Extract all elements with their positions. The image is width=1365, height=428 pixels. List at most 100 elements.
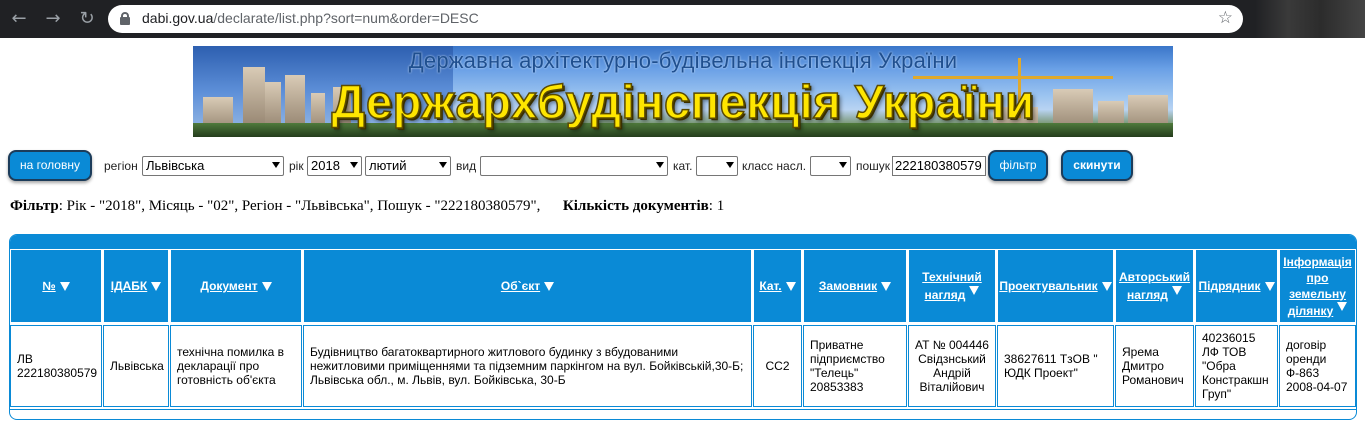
document-line: декларації про xyxy=(177,359,260,373)
sort-down-icon[interactable] xyxy=(1264,281,1275,291)
tech-line: Андрій xyxy=(933,366,971,380)
table-row-author-supervision: Ярема Дмитро Романович xyxy=(1115,325,1194,407)
author-line: Ярема xyxy=(1122,345,1159,359)
designer-line: 38627611 ТзОВ " xyxy=(1004,352,1098,366)
table-row-tech-supervision: АТ № 004446 Свідзнський Андрій Віталійович xyxy=(908,325,996,407)
toolbar-extensions xyxy=(1255,0,1365,38)
sort-link-cat[interactable]: Кат. xyxy=(759,277,781,295)
contractor-line: Констракшн xyxy=(1202,373,1269,387)
sort-down-icon[interactable] xyxy=(59,281,70,291)
table-row-customer: Приватне підприємство "Телець" 20853383 xyxy=(803,325,907,407)
sort-down-icon[interactable] xyxy=(1337,301,1348,311)
chevron-down-icon xyxy=(726,162,734,168)
sort-link-designer[interactable]: Проектувальник xyxy=(999,277,1097,295)
object-line: Будівництво багатоквартирного житлового … xyxy=(310,345,679,359)
table-row-object: Будівництво багатоквартирного житлового … xyxy=(303,325,752,407)
land-line: 2008-04-07 xyxy=(1286,380,1348,394)
document-line: технічна помилка в xyxy=(177,345,284,359)
sort-link-land-3[interactable]: земельну xyxy=(1289,287,1346,301)
customer-line: підприємство xyxy=(810,352,885,366)
class-select[interactable] xyxy=(810,156,851,176)
sort-down-icon[interactable] xyxy=(1171,286,1182,295)
sort-link-land-4[interactable]: ділянку xyxy=(1288,304,1334,318)
column-header-tech-supervision[interactable]: Технічний нагляд xyxy=(908,249,996,323)
table-row-designer: 38627611 ТзОВ " ЮДК Проект" xyxy=(997,325,1114,407)
region-select[interactable]: Львівська xyxy=(142,156,284,176)
column-header-customer[interactable]: Замовник xyxy=(803,249,907,323)
land-line: Ф-863 xyxy=(1286,366,1320,380)
document-line: готовність об'єкта xyxy=(177,373,276,387)
column-header-author-supervision[interactable]: Авторський нагляд xyxy=(1115,249,1194,323)
sort-link-author[interactable]: Авторський xyxy=(1119,270,1190,284)
column-header-object[interactable]: Об`єкт xyxy=(303,249,752,323)
sort-link-contractor[interactable]: Підрядник xyxy=(1199,277,1261,295)
cat-select[interactable] xyxy=(696,156,738,176)
chevron-down-icon xyxy=(272,162,280,168)
sort-down-icon[interactable] xyxy=(969,286,980,295)
author-line: Романович xyxy=(1122,373,1184,387)
kind-select[interactable] xyxy=(480,156,668,176)
month-select[interactable]: лютий xyxy=(365,156,451,176)
region-label: регіон xyxy=(104,159,138,173)
sort-link-num[interactable]: № xyxy=(42,277,55,295)
url-host: dabi.gov.ua xyxy=(142,10,214,26)
month-value: лютий xyxy=(369,158,407,173)
region-value: Львівська xyxy=(146,158,205,173)
customer-line: 20853383 xyxy=(810,380,864,394)
column-header-num[interactable]: № xyxy=(10,249,102,323)
sort-link-author-2[interactable]: нагляд xyxy=(1127,288,1168,302)
sort-link-customer[interactable]: Замовник xyxy=(819,277,877,295)
home-button[interactable]: на головну xyxy=(8,150,92,181)
customer-line: "Телець" xyxy=(810,366,859,380)
row-num-prefix: ЛВ xyxy=(17,352,33,366)
table-row-land-info: договір оренди Ф-863 2008-04-07 xyxy=(1279,325,1356,407)
land-line: договір xyxy=(1286,338,1327,352)
star-icon[interactable]: ☆ xyxy=(1218,8,1233,28)
sort-link-land[interactable]: Інформація xyxy=(1283,255,1352,269)
sort-link-object[interactable]: Об`єкт xyxy=(501,277,540,295)
site-banner[interactable]: Державна архітектурно-будівельна інспекц… xyxy=(193,46,1173,137)
customer-line: Приватне xyxy=(810,338,864,352)
sort-down-icon[interactable] xyxy=(1101,281,1112,291)
url-text[interactable]: dabi.gov.ua/declarate/list.php?sort=num&… xyxy=(142,10,479,26)
search-input[interactable]: 222180380579 xyxy=(892,156,986,176)
chevron-down-icon xyxy=(656,162,664,168)
column-header-idabk[interactable]: ІДАБК xyxy=(103,249,169,323)
column-header-document[interactable]: Документ xyxy=(170,249,302,323)
cat-label: кат. xyxy=(673,159,693,173)
table-row-cat: СС2 xyxy=(753,325,802,407)
column-header-designer[interactable]: Проектувальник xyxy=(997,249,1114,323)
address-bar[interactable]: dabi.gov.ua/declarate/list.php?sort=num&… xyxy=(108,5,1243,33)
sort-link-tech[interactable]: Технічний xyxy=(922,270,981,284)
sort-link-idabk[interactable]: ІДАБК xyxy=(111,277,148,295)
land-line: оренди xyxy=(1286,352,1327,366)
lock-icon[interactable] xyxy=(120,12,130,25)
designer-line: ЮДК Проект" xyxy=(1004,366,1078,380)
search-label: пошук xyxy=(856,159,891,173)
sort-link-tech-2[interactable]: нагляд xyxy=(925,288,966,302)
banner-subtitle: Державна архітектурно-будівельна інспекц… xyxy=(408,48,958,73)
filter-summary-label: Фільтр xyxy=(10,198,59,214)
sort-down-icon[interactable] xyxy=(261,281,272,291)
url-path: /declarate/list.php?sort=num&order=DESC xyxy=(213,10,479,26)
sort-down-icon[interactable] xyxy=(785,281,796,291)
filter-button[interactable]: фільтр xyxy=(988,150,1048,181)
sort-down-icon[interactable] xyxy=(151,281,162,291)
tech-line: Віталійович xyxy=(919,380,985,394)
forward-icon[interactable]: → xyxy=(42,8,64,30)
column-header-contractor[interactable]: Підрядник xyxy=(1195,249,1278,323)
reload-icon[interactable]: ↻ xyxy=(76,8,98,30)
table-row-num: ЛВ 222180380579 xyxy=(10,325,102,407)
tech-line: Свідзнський xyxy=(918,352,986,366)
sort-down-icon[interactable] xyxy=(881,281,892,291)
column-header-land-info[interactable]: Інформація про земельну ділянку xyxy=(1279,249,1356,323)
year-select[interactable]: 2018 xyxy=(307,156,362,176)
back-icon[interactable]: ← xyxy=(8,8,30,30)
sort-link-land-2[interactable]: про xyxy=(1307,271,1329,285)
reset-button[interactable]: скинути xyxy=(1061,150,1133,181)
document-count-label: Кількість документів xyxy=(562,198,709,214)
sort-link-document[interactable]: Документ xyxy=(200,277,257,295)
sort-down-icon[interactable] xyxy=(544,281,555,291)
filter-summary-text: : Рік - "2018", Місяць - "02", Регіон - … xyxy=(58,198,541,214)
column-header-cat[interactable]: Кат. xyxy=(753,249,802,323)
